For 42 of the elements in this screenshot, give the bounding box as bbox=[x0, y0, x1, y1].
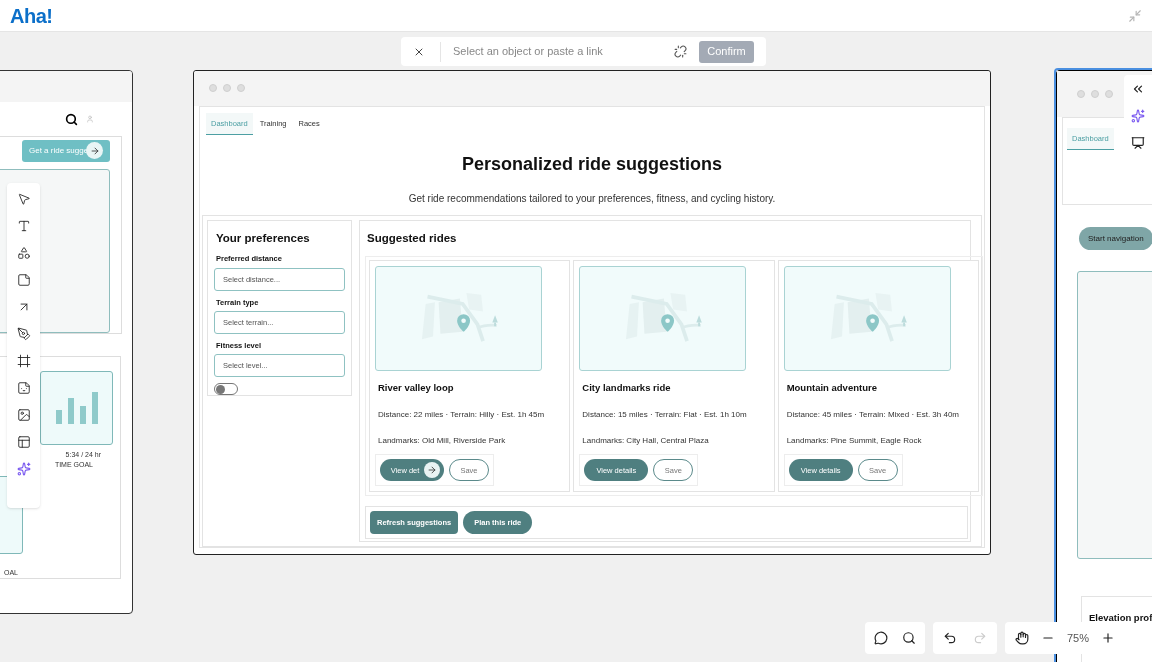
zoom-level: 75% bbox=[1067, 630, 1090, 646]
pointer-icon[interactable] bbox=[16, 192, 31, 206]
unlink-icon[interactable] bbox=[674, 45, 687, 58]
chart-bar bbox=[79, 406, 86, 424]
chart-bar bbox=[91, 392, 98, 424]
ai-sparkle-icon[interactable] bbox=[16, 462, 31, 476]
comment-icon[interactable] bbox=[874, 631, 888, 645]
sticky-note-icon[interactable] bbox=[16, 273, 31, 287]
page-subtitle: Get ride recommendations tailored to your preferences, fitness, and cycling history. bbox=[407, 192, 777, 206]
sticker-icon[interactable] bbox=[16, 381, 31, 395]
hand-icon[interactable] bbox=[1015, 631, 1029, 645]
image-icon[interactable] bbox=[16, 408, 31, 422]
ride-title: River valley loop bbox=[377, 381, 455, 395]
page-title: Personalized ride suggestions bbox=[460, 153, 724, 176]
undo-icon[interactable] bbox=[943, 631, 957, 645]
logo[interactable]: Aha! bbox=[10, 0, 53, 31]
pen-icon[interactable] bbox=[16, 327, 31, 341]
start-navigation-button[interactable]: Start navigation bbox=[1079, 227, 1152, 250]
ai-sparkle-icon[interactable] bbox=[1131, 109, 1145, 123]
collapse-panel-icon[interactable] bbox=[1131, 82, 1145, 96]
frame-icon[interactable] bbox=[16, 354, 31, 368]
ride-title: City landmarks ride bbox=[581, 381, 672, 395]
ride-details: Distance: 45 miles · Terrain: Mixed · Est. 3h 40m bbox=[785, 409, 960, 422]
shapes-icon[interactable] bbox=[16, 246, 31, 260]
ride-details: Distance: 22 miles · Terrain: Hilly · Est. 1h 45m bbox=[377, 409, 546, 422]
section-title: Your preferences bbox=[215, 231, 311, 246]
ride-title: Mountain adventure bbox=[785, 381, 878, 395]
presentation-icon[interactable] bbox=[1131, 136, 1145, 150]
section-title: Elevation prof bbox=[1089, 612, 1152, 623]
text-icon[interactable] bbox=[16, 219, 31, 233]
section-title: Suggested rides bbox=[366, 231, 458, 246]
ride-landmarks: Landmarks: Pine Summit, Eagle Rock bbox=[785, 435, 923, 448]
zoom-in-icon[interactable] bbox=[1101, 631, 1116, 645]
ride-landmarks: Landmarks: City Hall, Central Plaza bbox=[581, 435, 710, 448]
ride-details: Distance: 15 miles · Terrain: Flat · Est. 1h 10m bbox=[581, 409, 748, 422]
toggle-switch[interactable] bbox=[214, 383, 238, 395]
search-icon[interactable] bbox=[65, 112, 78, 126]
chart-bar bbox=[67, 398, 74, 424]
chart-bar bbox=[55, 410, 62, 424]
layout-icon[interactable] bbox=[16, 435, 31, 449]
search-icon[interactable] bbox=[902, 631, 916, 645]
ride-landmarks: Landmarks: Old Mill, Riverside Park bbox=[377, 435, 507, 448]
